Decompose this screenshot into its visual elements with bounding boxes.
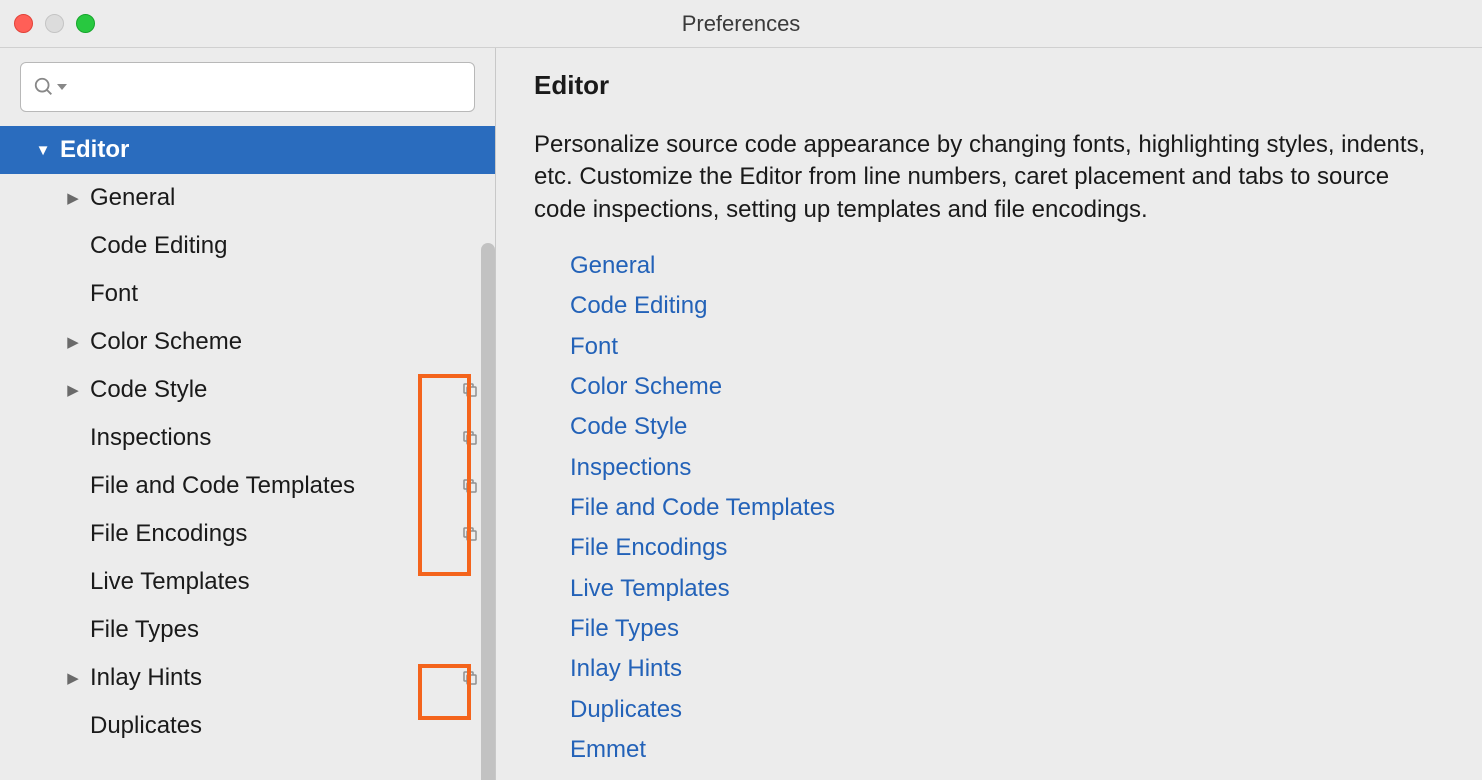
tree-item-label: Font: [90, 280, 481, 308]
links-list: GeneralCode EditingFontColor SchemeCode …: [534, 246, 1444, 770]
page-description: Personalize source code appearance by ch…: [534, 129, 1444, 226]
tree-item-color-scheme[interactable]: Color Scheme: [0, 318, 495, 366]
minimize-window-button[interactable]: [45, 14, 64, 33]
link-color-scheme[interactable]: Color Scheme: [570, 367, 1444, 407]
sidebar: Editor General Code Editing Font Color Schem…: [0, 48, 496, 780]
tree-item-duplicates[interactable]: Duplicates: [0, 702, 495, 750]
link-file-encodings[interactable]: File Encodings: [570, 528, 1444, 568]
tree-item-label: Inlay Hints: [90, 664, 459, 692]
page-heading: Editor: [534, 70, 1444, 101]
tree-item-inlay-hints[interactable]: Inlay Hints: [0, 654, 495, 702]
tree-item-general[interactable]: General: [0, 174, 495, 222]
tree-item-file-encodings[interactable]: File Encodings: [0, 510, 495, 558]
disclosure-arrow-icon[interactable]: [34, 142, 52, 159]
tree-item-label: Live Templates: [90, 568, 481, 596]
tree-item-label: Code Style: [90, 376, 459, 404]
tree-item-label: File Encodings: [90, 520, 459, 548]
tree-item-file-and-code-templates[interactable]: File and Code Templates: [0, 462, 495, 510]
search-icon: [33, 76, 67, 98]
tree-item-label: Inspections: [90, 424, 459, 452]
project-level-settings-icon: [459, 475, 481, 497]
search-box[interactable]: [20, 62, 475, 112]
project-level-settings-icon: [459, 523, 481, 545]
link-code-style[interactable]: Code Style: [570, 407, 1444, 447]
tree-item-label: Duplicates: [90, 712, 481, 740]
search-dropdown-caret-icon[interactable]: [57, 84, 67, 90]
disclosure-arrow-icon[interactable]: [64, 333, 82, 351]
disclosure-arrow-icon[interactable]: [64, 189, 82, 207]
close-window-button[interactable]: [14, 14, 33, 33]
link-code-editing[interactable]: Code Editing: [570, 286, 1444, 326]
link-file-types[interactable]: File Types: [570, 609, 1444, 649]
search-container: [0, 48, 495, 124]
link-live-templates[interactable]: Live Templates: [570, 569, 1444, 609]
tree-item-file-types[interactable]: File Types: [0, 606, 495, 654]
main-panel: Editor Personalize source code appearanc…: [496, 48, 1482, 780]
disclosure-arrow-icon[interactable]: [64, 669, 82, 687]
sidebar-scrollbar-thumb[interactable]: [481, 243, 495, 780]
link-font[interactable]: Font: [570, 327, 1444, 367]
project-level-settings-icon: [459, 379, 481, 401]
tree-item-label: File Types: [90, 616, 481, 644]
window-controls: [14, 14, 95, 33]
tree-item-font[interactable]: Font: [0, 270, 495, 318]
link-inlay-hints[interactable]: Inlay Hints: [570, 649, 1444, 689]
tree-item-code-editing[interactable]: Code Editing: [0, 222, 495, 270]
project-level-settings-icon: [459, 667, 481, 689]
link-inspections[interactable]: Inspections: [570, 448, 1444, 488]
preferences-window: Preferences EditorGeneralCode EditingFon…: [0, 0, 1482, 780]
disclosure-arrow-icon[interactable]: [64, 381, 82, 399]
tree-item-label: Code Editing: [90, 232, 481, 260]
tree-item-inspections[interactable]: Inspections: [0, 414, 495, 462]
search-input[interactable]: [75, 76, 462, 99]
tree-item-label: File and Code Templates: [90, 472, 459, 500]
content-area: EditorGeneralCode EditingFontColor Schem…: [0, 48, 1482, 780]
settings-tree[interactable]: Editor General Code Editing Font Color Schem…: [0, 124, 495, 780]
link-duplicates[interactable]: Duplicates: [570, 690, 1444, 730]
project-level-settings-icon: [459, 427, 481, 449]
window-title: Preferences: [682, 11, 801, 37]
link-general[interactable]: General: [570, 246, 1444, 286]
link-emmet[interactable]: Emmet: [570, 730, 1444, 770]
maximize-window-button[interactable]: [76, 14, 95, 33]
tree-item-label: Editor: [60, 136, 481, 164]
sidebar-scrollbar[interactable]: [481, 243, 495, 780]
tree-item-code-style[interactable]: Code Style: [0, 366, 495, 414]
titlebar: Preferences: [0, 0, 1482, 48]
tree-item-label: General: [90, 184, 481, 212]
link-file-and-code-templates[interactable]: File and Code Templates: [570, 488, 1444, 528]
tree-item-editor[interactable]: Editor: [0, 126, 495, 174]
tree-item-live-templates[interactable]: Live Templates: [0, 558, 495, 606]
tree-item-label: Color Scheme: [90, 328, 481, 356]
